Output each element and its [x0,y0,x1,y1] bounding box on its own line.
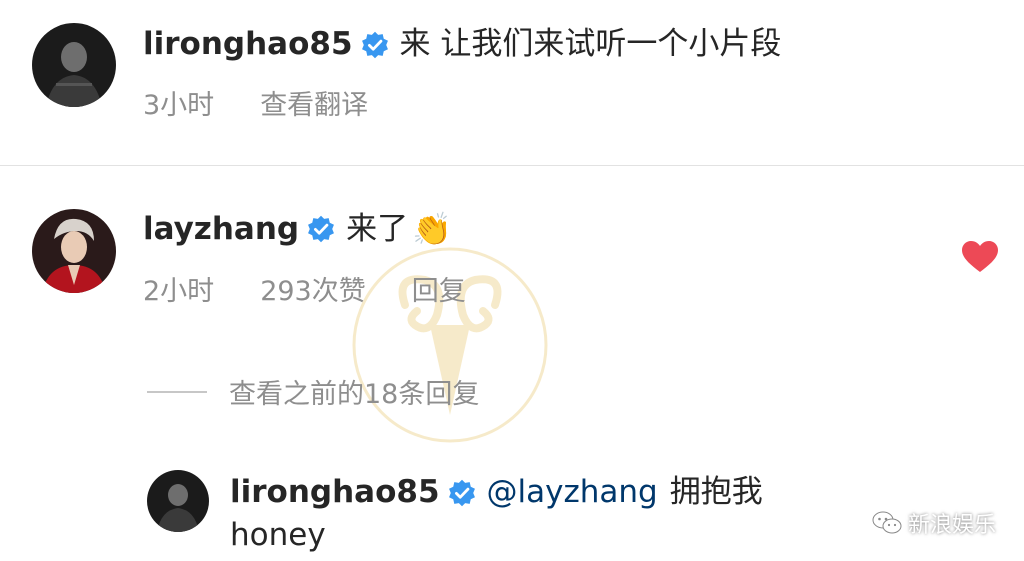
comment-text: 来了 [346,210,409,247]
heart-icon[interactable] [962,241,998,273]
timestamp: 3小时 [143,90,215,121]
clapping-hands-emoji: 👏 [412,210,452,248]
comment-text: 拥抱我 [669,474,763,510]
sina-watermark: 新浪娱乐 [872,507,996,539]
avatar[interactable] [147,470,209,532]
comment-meta: 2小时 293次赞 回复 [143,278,512,305]
timestamp: 2小时 [143,276,215,307]
avatar[interactable] [32,209,116,293]
reply-line: lironghao85 @layzhang 拥抱我 [230,477,763,508]
divider [0,165,1024,166]
view-previous-replies-label: 查看之前的18条回复 [229,379,480,410]
verified-badge-icon [448,479,475,506]
watermark-brand-text: 新浪娱乐 [907,513,996,538]
see-translation-button[interactable]: 查看翻译 [260,92,368,119]
comment-text-continued: honey [230,517,326,553]
view-previous-replies-button[interactable]: 查看之前的18条回复 [147,372,479,411]
reply-button[interactable]: 回复 [412,278,466,305]
username[interactable]: lironghao85 [143,29,353,60]
comment-line: layzhang 来了 👏 [143,213,452,245]
avatar[interactable] [32,23,116,107]
comment-meta: 3小时 查看翻译 [143,92,414,119]
comment-text: 来 让我们来试听一个小片段 [399,26,782,62]
wechat-icon [872,511,902,534]
username[interactable]: layzhang [143,213,299,245]
divider-dash [147,390,207,393]
verified-badge-icon [308,215,335,243]
likes-count[interactable]: 293次赞 [260,278,366,305]
verified-badge-icon [361,31,388,58]
reply-line-2: honey [230,520,326,551]
username[interactable]: lironghao85 [230,477,440,508]
mention-link[interactable]: @layzhang [487,477,658,508]
watermark-ram-logo-icon [352,247,548,443]
comment-line: lironghao85 来 让我们来试听一个小片段 [143,29,781,60]
